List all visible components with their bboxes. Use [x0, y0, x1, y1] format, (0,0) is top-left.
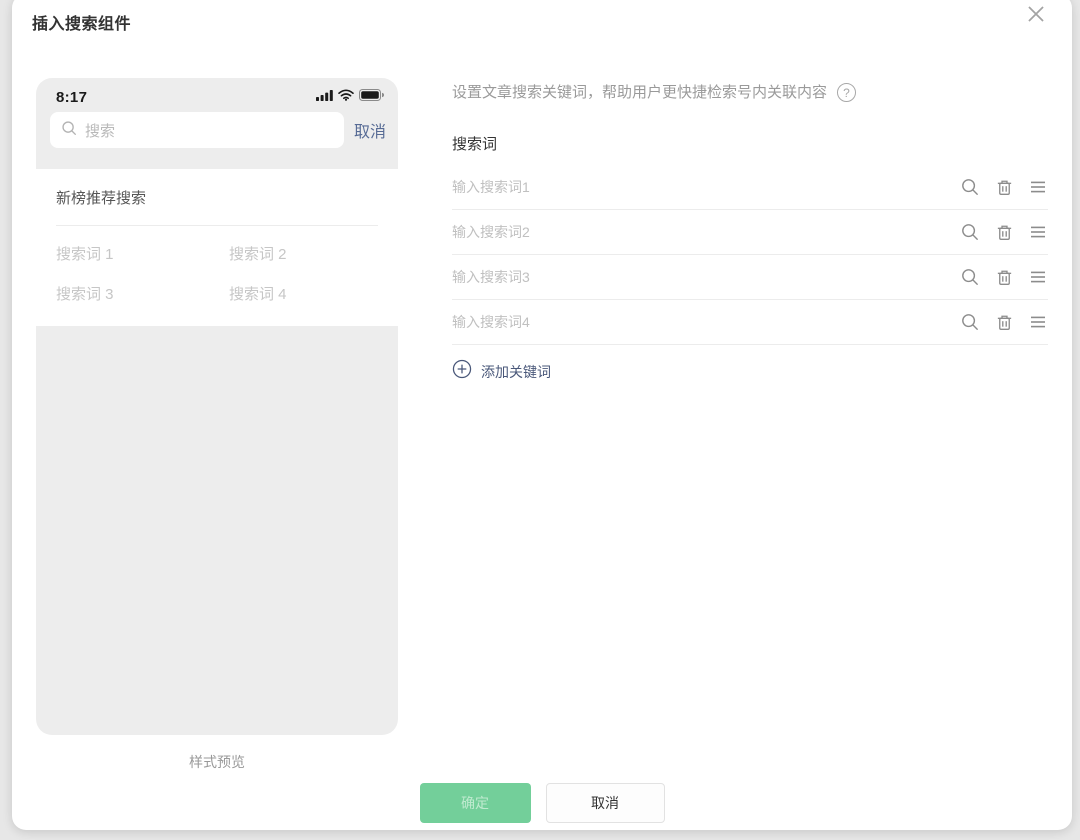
keyword-input-3[interactable] [452, 269, 948, 285]
keyword-input-2[interactable] [452, 224, 948, 240]
keyword-row-4 [452, 300, 1048, 345]
drag-handle-icon[interactable] [1028, 312, 1048, 332]
preview-term: 搜索词 3 [56, 286, 114, 303]
help-icon[interactable]: ? [837, 83, 857, 102]
phone-cancel-label: 取消 [353, 124, 386, 141]
close-icon [1023, 1, 1049, 32]
add-keyword-button[interactable]: 添加关键词 [452, 359, 551, 384]
delete-icon[interactable] [994, 267, 1014, 287]
row-actions [960, 222, 1048, 242]
keyword-input-1[interactable] [452, 179, 948, 195]
phone-search-row: 搜索 取消 [50, 112, 386, 148]
wifi-icon [338, 88, 354, 106]
phone-search-input: 搜索 [50, 112, 344, 148]
row-actions [960, 267, 1048, 287]
phone-search-placeholder: 搜索 [85, 122, 116, 140]
battery-icon [359, 88, 385, 106]
preview-term: 搜索词 2 [229, 246, 287, 263]
recommend-title: 新榜推荐搜索 [56, 190, 147, 207]
phone-preview: 8:17 搜索 取消 新榜推荐搜索 搜索词 1 搜索词 2 搜索词 3 搜索词 … [36, 78, 398, 735]
settings-panel: 设置文章搜索关键词，帮助用户更快捷检索号内关联内容 ? 搜索词 输入搜索词1 输… [452, 82, 1048, 384]
keyword-row-1 [452, 165, 1048, 210]
preview-term: 搜索词 1 [56, 246, 114, 263]
plus-circle-icon [452, 359, 472, 384]
delete-icon[interactable] [994, 177, 1014, 197]
close-button[interactable] [1022, 2, 1050, 30]
keyword-row-2 [452, 210, 1048, 255]
confirm-button[interactable]: 确定 [419, 783, 531, 823]
cellular-signal-icon [316, 88, 333, 106]
search-preview-icon[interactable] [960, 267, 980, 287]
search-preview-icon[interactable] [960, 312, 980, 332]
status-time: 8:17 [56, 88, 88, 106]
row-actions [960, 177, 1048, 197]
insert-search-component-dialog: 插入搜索组件 8:17 搜索 取消 新榜推荐搜索 搜索词 1 搜索词 2 搜索词… [12, 0, 1072, 830]
dialog-footer: 确定 取消 [12, 783, 1072, 823]
add-keyword-label: 添加关键词 [481, 363, 551, 380]
cancel-button[interactable]: 取消 [545, 783, 665, 823]
preview-terms-grid: 搜索词 1 搜索词 2 搜索词 3 搜索词 4 [56, 243, 378, 304]
page: 插入搜索组件 8:17 搜索 取消 新榜推荐搜索 搜索词 1 搜索词 2 搜索词… [0, 0, 1080, 840]
description-row: 设置文章搜索关键词，帮助用户更快捷检索号内关联内容 ? [452, 82, 1048, 103]
phone-status-bar: 8:17 [36, 78, 398, 106]
search-preview-icon[interactable] [960, 222, 980, 242]
dialog-title: 插入搜索组件 [32, 16, 132, 33]
drag-handle-icon[interactable] [1028, 222, 1048, 242]
search-preview-icon[interactable] [960, 177, 980, 197]
keyword-input-4[interactable] [452, 314, 948, 330]
row-actions [960, 312, 1048, 332]
drag-handle-icon[interactable] [1028, 177, 1048, 197]
description-text: 设置文章搜索关键词，帮助用户更快捷检索号内关联内容 [452, 84, 828, 101]
status-icons [316, 88, 385, 106]
preview-divider [56, 225, 378, 226]
search-icon [60, 119, 78, 142]
preview-term: 搜索词 4 [229, 286, 287, 303]
delete-icon[interactable] [994, 222, 1014, 242]
drag-handle-icon[interactable] [1028, 267, 1048, 287]
delete-icon[interactable] [994, 312, 1014, 332]
keyword-list [452, 165, 1048, 345]
phone-result-card: 新榜推荐搜索 搜索词 1 搜索词 2 搜索词 3 搜索词 4 [36, 169, 398, 326]
section-title: 搜索词 [452, 136, 498, 153]
keyword-row-3 [452, 255, 1048, 300]
style-preview-caption: 样式预览 [189, 754, 245, 770]
